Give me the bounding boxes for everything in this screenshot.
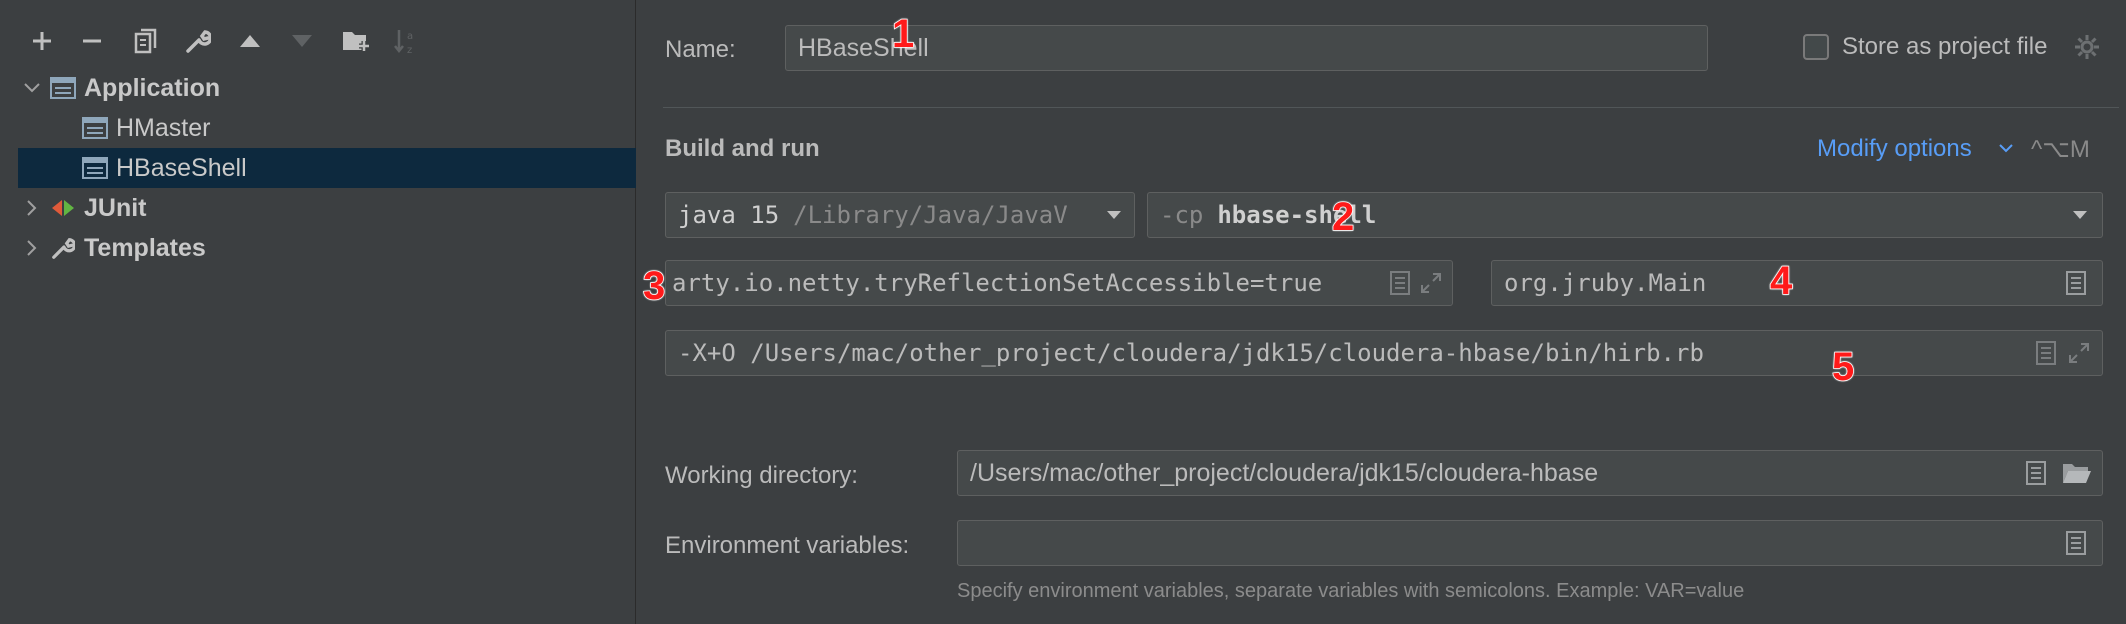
modify-options-shortcut: ^⌥M — [2031, 136, 2090, 163]
new-folder-icon[interactable] — [338, 18, 374, 64]
annotation-badge: 1 — [891, 12, 915, 56]
annotation-badge: 3 — [642, 264, 666, 308]
insert-macro-icon[interactable] — [2026, 461, 2046, 485]
annotation-badge: 5 — [1831, 345, 1855, 389]
build-and-run-heading: Build and run — [665, 135, 820, 162]
working-directory-input[interactable]: /Users/mac/other_project/cloudera/jdk15/… — [957, 450, 2103, 496]
chevron-down-icon[interactable] — [18, 83, 46, 93]
tree-item-label: Templates — [84, 233, 206, 262]
application-config-icon — [78, 153, 112, 183]
dropdown-arrow-icon[interactable] — [2072, 210, 2088, 220]
gear-icon[interactable] — [2074, 34, 2100, 65]
run-configurations-sidebar: az Application HMaster HBaseShell JUnit … — [0, 0, 636, 624]
tree-item-label: HBaseShell — [116, 153, 247, 182]
svg-text:z: z — [407, 45, 412, 55]
name-input[interactable]: HBaseShell — [785, 25, 1708, 71]
jre-version: java 15 — [678, 201, 780, 229]
application-config-icon — [78, 113, 112, 143]
environment-variables-label: Environment variables: — [665, 532, 910, 559]
junit-icon — [46, 193, 80, 223]
wrench-icon[interactable] — [180, 18, 216, 64]
tree-item-label: JUnit — [84, 193, 147, 222]
environment-variables-input[interactable] — [957, 520, 2103, 566]
edit-env-vars-icon[interactable] — [2066, 531, 2086, 555]
move-up-icon[interactable] — [232, 18, 268, 64]
program-arguments-input[interactable]: -X+O /Users/mac/other_project/cloudera/j… — [665, 330, 2103, 376]
copy-icon[interactable] — [128, 18, 164, 64]
main-class-value: org.jruby.Main — [1504, 269, 1707, 297]
main-class-input[interactable]: org.jruby.Main — [1491, 260, 2103, 306]
expand-icon[interactable] — [1420, 272, 1442, 294]
tree-item-hmaster[interactable]: HMaster — [18, 108, 636, 148]
modify-options-link[interactable]: Modify options — [1817, 135, 1972, 163]
wrench-icon — [46, 233, 80, 263]
store-as-project-file-checkbox[interactable] — [1803, 34, 1829, 60]
svg-text:a: a — [407, 31, 413, 42]
jre-select[interactable]: java 15 /Library/Java/JavaV — [665, 192, 1135, 238]
program-arguments-value: -X+O /Users/mac/other_project/cloudera/j… — [678, 339, 1704, 367]
browse-class-icon[interactable] — [2066, 271, 2086, 295]
expand-text-icon[interactable] — [1390, 271, 1410, 295]
sort-icon: az — [388, 18, 424, 64]
working-directory-value: /Users/mac/other_project/cloudera/jdk15/… — [970, 458, 1599, 487]
dropdown-arrow-icon[interactable] — [1106, 210, 1122, 220]
vm-options-input[interactable]: arty.io.netty.tryReflectionSetAccessible… — [665, 260, 1453, 306]
annotation-badge: 4 — [1769, 259, 1793, 303]
tree-item-junit[interactable]: JUnit — [18, 188, 636, 228]
sidebar-toolbar: az — [0, 18, 636, 64]
classpath-flag: -cp — [1160, 201, 1204, 229]
tree-item-label: HMaster — [116, 113, 211, 142]
store-as-project-file-label: Store as project file — [1842, 33, 2048, 60]
name-label: Name: — [665, 36, 736, 63]
working-directory-label: Working directory: — [665, 462, 858, 489]
chevron-right-icon[interactable] — [18, 200, 46, 216]
annotation-badge: 2 — [1331, 195, 1355, 239]
chevron-right-icon[interactable] — [18, 240, 46, 256]
expand-text-icon[interactable] — [2036, 341, 2056, 365]
move-down-icon — [284, 18, 320, 64]
divider — [663, 107, 2119, 108]
jre-path: /Library/Java/JavaV — [793, 201, 1068, 229]
classpath-module-select[interactable]: -cp hbase-shell — [1147, 192, 2103, 238]
vm-options-value: arty.io.netty.tryReflectionSetAccessible… — [672, 269, 1323, 297]
tree-item-templates[interactable]: Templates — [18, 228, 636, 268]
tree-item-label: Application — [84, 73, 221, 102]
environment-variables-hint: Specify environment variables, separate … — [957, 580, 1745, 602]
expand-icon[interactable] — [2068, 342, 2090, 364]
run-configuration-editor: Name: HBaseShell Store as project file B… — [637, 0, 2126, 624]
tree-item-hbaseshell[interactable]: HBaseShell — [18, 148, 636, 188]
folder-icon[interactable] — [2062, 461, 2092, 485]
add-icon[interactable] — [24, 18, 60, 64]
remove-icon[interactable] — [74, 18, 110, 64]
tree-item-application[interactable]: Application — [18, 68, 636, 108]
application-config-icon — [46, 73, 80, 103]
chevron-down-icon[interactable] — [1999, 141, 2013, 159]
